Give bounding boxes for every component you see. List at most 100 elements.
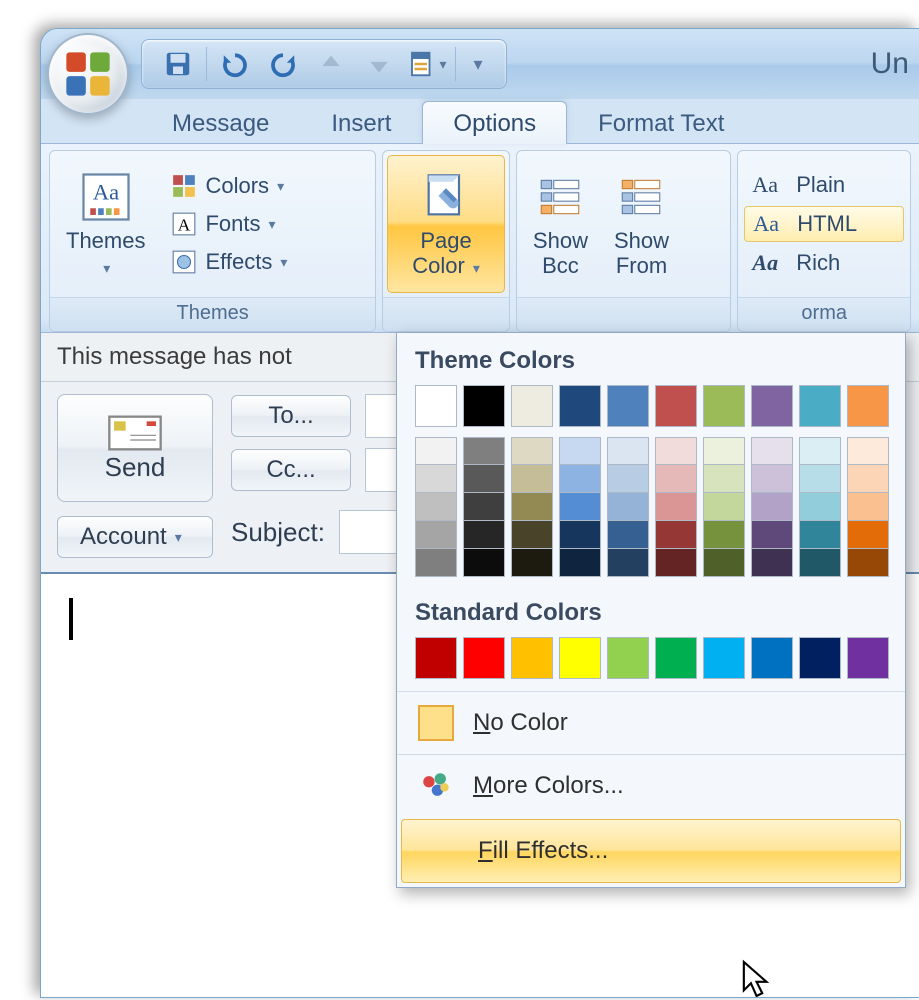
next-button[interactable] [357,43,401,85]
color-swatch[interactable] [799,385,841,427]
color-swatch[interactable] [607,493,649,521]
color-swatch[interactable] [511,637,553,679]
more-colors-item[interactable]: More Colors... [397,754,905,817]
color-swatch[interactable] [559,385,601,427]
colors-dropdown[interactable]: Colors▾ [161,167,295,205]
color-swatch[interactable] [751,437,793,465]
color-swatch[interactable] [847,465,889,493]
color-swatch[interactable] [655,385,697,427]
qat-extra-button[interactable]: ▾ [405,43,449,85]
color-swatch[interactable] [751,493,793,521]
color-swatch[interactable] [607,385,649,427]
color-swatch[interactable] [415,437,457,465]
show-from-label: ShowFrom [614,228,669,279]
color-swatch[interactable] [415,465,457,493]
color-swatch[interactable] [847,385,889,427]
color-swatch[interactable] [655,465,697,493]
page-color-button[interactable]: PageColor ▾ [387,155,505,293]
color-swatch[interactable] [559,493,601,521]
tab-format-text[interactable]: Format Text [567,101,755,144]
color-swatch[interactable] [655,549,697,577]
color-swatch[interactable] [607,465,649,493]
color-swatch[interactable] [415,385,457,427]
show-bcc-button[interactable]: ShowBcc [523,157,598,291]
color-swatch[interactable] [511,493,553,521]
color-swatch[interactable] [463,437,505,465]
color-swatch[interactable] [655,521,697,549]
office-button[interactable] [47,33,129,115]
color-swatch[interactable] [511,437,553,465]
themes-gallery-button[interactable]: Aa Themes▾ [56,157,155,291]
color-swatch[interactable] [415,549,457,577]
color-swatch[interactable] [703,521,745,549]
color-swatch[interactable] [703,437,745,465]
color-swatch[interactable] [847,549,889,577]
color-swatch[interactable] [703,549,745,577]
to-button[interactable]: To... [231,395,351,437]
effects-dropdown[interactable]: Effects▾ [161,243,295,281]
color-swatch[interactable] [799,521,841,549]
color-swatch[interactable] [559,637,601,679]
html-button[interactable]: Aa HTML [744,206,904,242]
color-swatch[interactable] [847,493,889,521]
color-swatch[interactable] [463,465,505,493]
qat-customize-button[interactable]: ▾ [462,43,492,85]
plain-text-button[interactable]: Aa Plain [744,168,904,202]
no-color-item[interactable]: No Color [397,691,905,754]
color-swatch[interactable] [799,465,841,493]
send-button[interactable]: Send [57,394,213,502]
color-swatch[interactable] [415,493,457,521]
color-swatch[interactable] [655,437,697,465]
color-swatch[interactable] [559,465,601,493]
color-swatch[interactable] [847,521,889,549]
color-swatch[interactable] [703,465,745,493]
color-swatch[interactable] [415,521,457,549]
redo-button[interactable] [261,43,305,85]
tab-options[interactable]: Options [422,101,567,144]
color-swatch[interactable] [751,521,793,549]
color-swatch[interactable] [463,637,505,679]
color-swatch[interactable] [751,549,793,577]
color-swatch[interactable] [847,437,889,465]
color-swatch[interactable] [511,549,553,577]
color-swatch[interactable] [799,637,841,679]
color-swatch[interactable] [415,637,457,679]
color-swatch[interactable] [751,637,793,679]
color-swatch[interactable] [511,385,553,427]
fonts-dropdown[interactable]: A Fonts▾ [161,205,295,243]
undo-button[interactable] [213,43,257,85]
save-button[interactable] [156,43,200,85]
color-swatch[interactable] [559,521,601,549]
color-swatch[interactable] [703,493,745,521]
account-dropdown[interactable]: Account▾ [57,516,213,558]
tab-insert[interactable]: Insert [300,101,422,144]
color-swatch[interactable] [703,385,745,427]
tab-message[interactable]: Message [141,101,300,144]
color-swatch[interactable] [463,521,505,549]
previous-button[interactable] [309,43,353,85]
color-swatch[interactable] [559,437,601,465]
color-swatch[interactable] [655,637,697,679]
fill-effects-item[interactable]: Fill Effects... [401,819,901,883]
color-swatch[interactable] [463,385,505,427]
color-swatch[interactable] [607,637,649,679]
color-swatch[interactable] [799,549,841,577]
color-swatch[interactable] [703,637,745,679]
color-swatch[interactable] [847,637,889,679]
color-swatch[interactable] [607,521,649,549]
color-swatch[interactable] [751,465,793,493]
color-swatch[interactable] [607,437,649,465]
color-swatch[interactable] [511,521,553,549]
color-swatch[interactable] [751,385,793,427]
cc-button[interactable]: Cc... [231,449,351,491]
show-from-button[interactable]: ShowFrom [604,157,679,291]
color-swatch[interactable] [463,549,505,577]
rich-text-button[interactable]: Aa Rich [744,246,904,280]
color-swatch[interactable] [655,493,697,521]
color-swatch[interactable] [463,493,505,521]
color-swatch[interactable] [607,549,649,577]
color-swatch[interactable] [799,493,841,521]
color-swatch[interactable] [559,549,601,577]
color-swatch[interactable] [799,437,841,465]
color-swatch[interactable] [511,465,553,493]
